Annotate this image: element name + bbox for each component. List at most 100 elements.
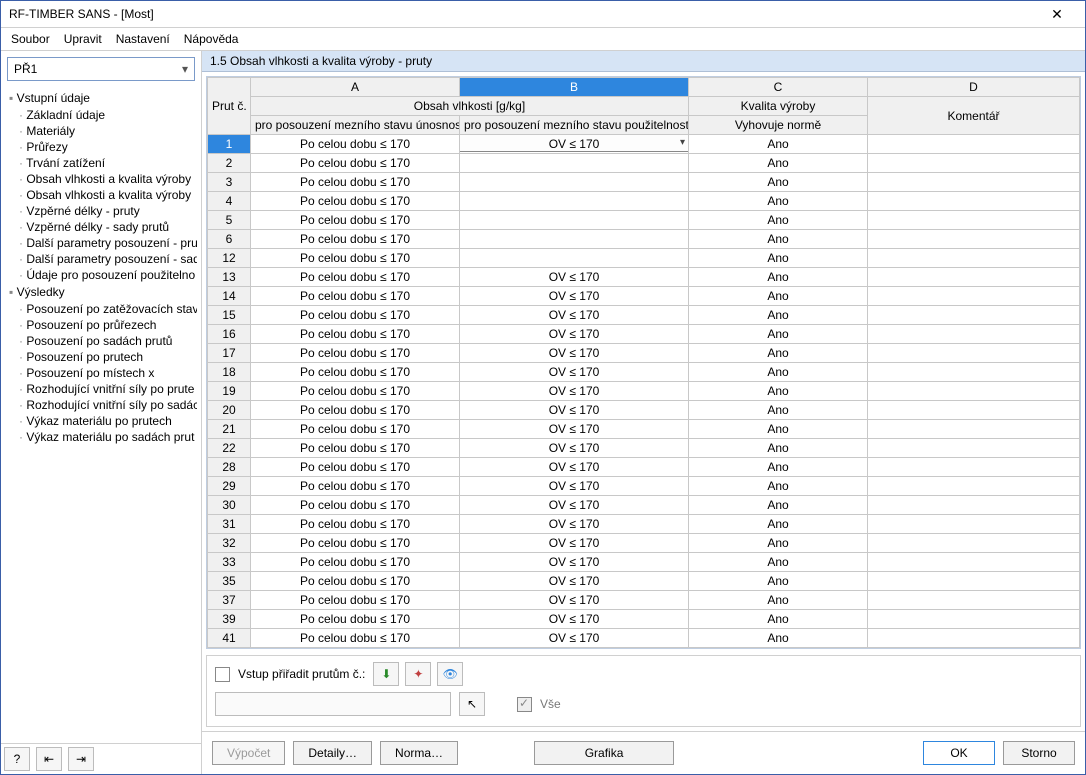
cell-d[interactable] [868, 306, 1080, 325]
cell-c[interactable]: Ano [689, 268, 868, 287]
cell-b[interactable] [460, 154, 689, 173]
cell-d[interactable] [868, 211, 1080, 230]
cell-c[interactable]: Ano [689, 135, 868, 154]
pick-in-model-icon[interactable]: ↖ [459, 692, 485, 716]
menu-edit[interactable]: Upravit [64, 32, 102, 46]
row-number[interactable]: 16 [208, 325, 251, 344]
cancel-button[interactable]: Storno [1003, 741, 1075, 765]
cell-d[interactable] [868, 534, 1080, 553]
cell-d[interactable] [868, 154, 1080, 173]
row-number[interactable]: 6 [208, 230, 251, 249]
case-selector[interactable]: PŘ1 [7, 57, 195, 81]
cell-c[interactable]: Ano [689, 154, 868, 173]
table-row[interactable]: 35Po celou dobu ≤ 170OV ≤ 170Ano [208, 572, 1080, 591]
row-number[interactable]: 32 [208, 534, 251, 553]
col-letter-B[interactable]: B [460, 78, 689, 97]
row-number[interactable]: 1 [208, 135, 251, 154]
table-row[interactable]: 14Po celou dobu ≤ 170OV ≤ 170Ano [208, 287, 1080, 306]
cell-c[interactable]: Ano [689, 591, 868, 610]
nav-group-input[interactable]: Vstupní údaje [5, 89, 197, 107]
row-number[interactable]: 22 [208, 439, 251, 458]
nav-result-item[interactable]: Posouzení po průřezech [5, 317, 197, 333]
cell-d[interactable] [868, 173, 1080, 192]
cell-d[interactable] [868, 401, 1080, 420]
table-row[interactable]: 1Po celou dobu ≤ 170OV ≤ 170OV do 170OV … [208, 135, 1080, 154]
nav-result-item[interactable]: Posouzení po místech x [5, 365, 197, 381]
cell-c[interactable]: Ano [689, 325, 868, 344]
nav-input-item[interactable]: Vzpěrné délky - pruty [5, 203, 197, 219]
graphics-button[interactable]: Grafika [534, 741, 674, 765]
cell-a[interactable]: Po celou dobu ≤ 170 [251, 135, 460, 154]
col-letter-D[interactable]: D [868, 78, 1080, 97]
cell-c[interactable]: Ano [689, 211, 868, 230]
cell-b[interactable]: OV ≤ 170 [460, 477, 689, 496]
cell-a[interactable]: Po celou dobu ≤ 170 [251, 154, 460, 173]
table-row[interactable]: 16Po celou dobu ≤ 170OV ≤ 170Ano [208, 325, 1080, 344]
row-number[interactable]: 5 [208, 211, 251, 230]
cell-a[interactable]: Po celou dobu ≤ 170 [251, 629, 460, 648]
cell-a[interactable]: Po celou dobu ≤ 170 [251, 230, 460, 249]
cell-d[interactable] [868, 192, 1080, 211]
cell-c[interactable]: Ano [689, 496, 868, 515]
row-number[interactable]: 12 [208, 249, 251, 268]
cell-b[interactable] [460, 249, 689, 268]
cell-c[interactable]: Ano [689, 458, 868, 477]
cell-d[interactable] [868, 458, 1080, 477]
cell-c[interactable]: Ano [689, 173, 868, 192]
cell-c[interactable]: Ano [689, 230, 868, 249]
cell-c[interactable]: Ano [689, 192, 868, 211]
nav-input-item[interactable]: Obsah vlhkosti a kvalita výroby [5, 187, 197, 203]
nav-input-item[interactable]: Vzpěrné délky - sady prutů [5, 219, 197, 235]
cell-d[interactable] [868, 230, 1080, 249]
table-row[interactable]: 17Po celou dobu ≤ 170OV ≤ 170Ano [208, 344, 1080, 363]
row-number[interactable]: 20 [208, 401, 251, 420]
cell-c[interactable]: Ano [689, 401, 868, 420]
table-row[interactable]: 21Po celou dobu ≤ 170OV ≤ 170Ano [208, 420, 1080, 439]
row-number[interactable]: 19 [208, 382, 251, 401]
row-number[interactable]: 18 [208, 363, 251, 382]
table-row[interactable]: 22Po celou dobu ≤ 170OV ≤ 170Ano [208, 439, 1080, 458]
cell-d[interactable] [868, 420, 1080, 439]
cell-a[interactable]: Po celou dobu ≤ 170 [251, 572, 460, 591]
table-row[interactable]: 41Po celou dobu ≤ 170OV ≤ 170Ano [208, 629, 1080, 648]
cell-b[interactable]: OV ≤ 170 [460, 515, 689, 534]
cell-a[interactable]: Po celou dobu ≤ 170 [251, 363, 460, 382]
row-number[interactable]: 21 [208, 420, 251, 439]
nav-input-item[interactable]: Obsah vlhkosti a kvalita výroby [5, 171, 197, 187]
dropdown-option[interactable]: OV do 170 [460, 152, 688, 154]
nav-input-item[interactable]: Průřezy [5, 139, 197, 155]
cell-a[interactable]: Po celou dobu ≤ 170 [251, 648, 460, 650]
nav-input-item[interactable]: Další parametry posouzení - sad [5, 251, 197, 267]
assign-input[interactable] [215, 692, 451, 716]
table-row[interactable]: 15Po celou dobu ≤ 170OV ≤ 170Ano [208, 306, 1080, 325]
cell-b[interactable]: OV ≤ 170 [460, 287, 689, 306]
table-row[interactable]: 6Po celou dobu ≤ 170 Ano [208, 230, 1080, 249]
cell-b[interactable]: OV ≤ 170 [460, 629, 689, 648]
menu-settings[interactable]: Nastavení [116, 32, 170, 46]
cell-a[interactable]: Po celou dobu ≤ 170 [251, 173, 460, 192]
cell-a[interactable]: Po celou dobu ≤ 170 [251, 534, 460, 553]
row-number[interactable]: 15 [208, 306, 251, 325]
nav-result-item[interactable]: Posouzení po sadách prutů [5, 333, 197, 349]
cell-b[interactable]: OV ≤ 170 [460, 572, 689, 591]
cell-d[interactable] [868, 135, 1080, 154]
cell-d[interactable] [868, 629, 1080, 648]
cell-c[interactable]: Ano [689, 610, 868, 629]
row-number[interactable]: 41 [208, 629, 251, 648]
grid[interactable]: Prut č. A B C D Obsah vlhkosti [g/kg] Kv… [206, 76, 1081, 649]
cell-b[interactable]: OV ≤ 170 [460, 534, 689, 553]
help-icon[interactable]: ? [4, 747, 30, 771]
cell-b[interactable]: OV ≤ 170 [460, 401, 689, 420]
assign-checkbox[interactable] [215, 667, 230, 682]
cell-d[interactable] [868, 477, 1080, 496]
cell-d[interactable] [868, 439, 1080, 458]
cell-b[interactable]: OV ≤ 170 [460, 648, 689, 650]
row-number[interactable]: 28 [208, 458, 251, 477]
table-row[interactable]: 3Po celou dobu ≤ 170Ano [208, 173, 1080, 192]
cell-a[interactable]: Po celou dobu ≤ 170 [251, 515, 460, 534]
cell-d[interactable] [868, 382, 1080, 401]
cell-a[interactable]: Po celou dobu ≤ 170 [251, 439, 460, 458]
table-row[interactable]: 12Po celou dobu ≤ 170Ano [208, 249, 1080, 268]
cell-c[interactable]: Ano [689, 439, 868, 458]
cell-d[interactable] [868, 591, 1080, 610]
